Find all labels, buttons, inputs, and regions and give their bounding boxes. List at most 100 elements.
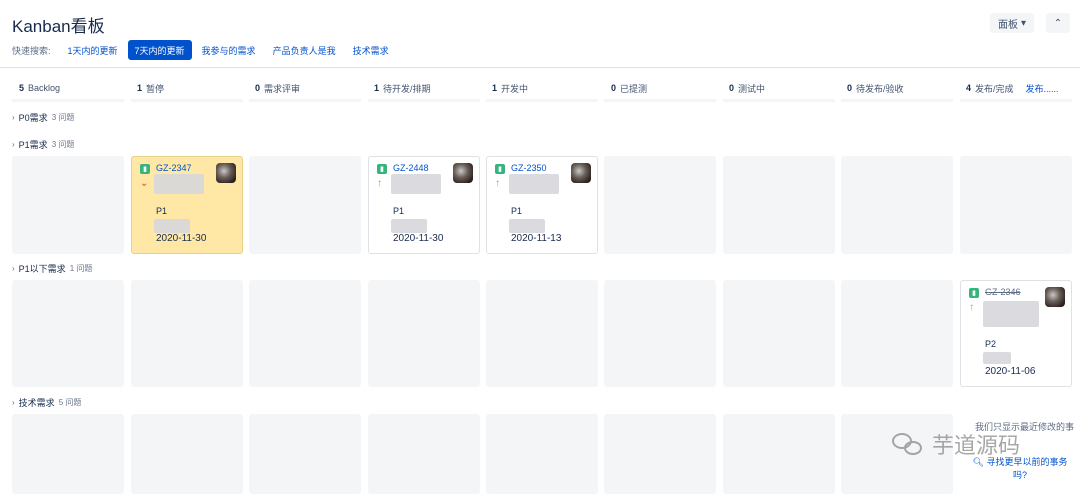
issue-key[interactable]: GZ-2350 — [511, 163, 547, 173]
column-underline — [249, 99, 361, 102]
column-header-in-dev: 1 开发中 — [492, 74, 528, 102]
column-name: 开发中 — [501, 83, 529, 94]
redacted-summary — [154, 174, 204, 194]
column-count: 1 — [492, 83, 498, 93]
column-name: 待开发/排期 — [383, 83, 431, 94]
priority-high-icon: ↑ — [969, 302, 974, 313]
swimlane-name: 技术需求 — [18, 397, 55, 408]
lane-cell — [604, 414, 716, 494]
chevron-right-icon: › — [12, 397, 15, 407]
column-name: 已提测 — [620, 83, 648, 94]
priority-high-icon: ↑ — [495, 178, 500, 189]
column-count: 0 — [611, 83, 617, 93]
board-button[interactable]: 面板 ▾ — [990, 13, 1034, 33]
column-underline — [12, 99, 124, 102]
issue-key[interactable]: GZ-2347 — [156, 163, 192, 173]
find-older-link[interactable]: 🔍︎ 寻找更早以前的事务吗? — [966, 456, 1074, 482]
story-icon: ▮ — [140, 164, 150, 174]
quick-filter-1day[interactable]: 1天内的更新 — [61, 40, 125, 60]
lane-cell — [12, 156, 124, 254]
avatar — [1045, 287, 1065, 307]
redacted-summary — [983, 301, 1039, 327]
redacted-owner — [391, 219, 427, 233]
avatar — [571, 163, 591, 183]
column-underline — [723, 99, 835, 102]
quick-filter-mine[interactable]: 我参与的需求 — [195, 40, 263, 60]
issue-card[interactable]: ▮ GZ-2350 ↑ P1 2020-11-13 — [486, 156, 598, 254]
issue-key[interactable]: GZ-2448 — [393, 163, 429, 173]
column-count: 0 — [255, 83, 261, 93]
lane-cell — [960, 156, 1072, 254]
issue-priority: P2 — [985, 339, 997, 349]
column-underline — [841, 99, 953, 102]
column-header-testing: 0 测试中 — [729, 74, 765, 102]
older-issues-hint: 我们只显示最近修改的事 — [974, 422, 1074, 432]
caret-down-icon: ▾ — [1020, 17, 1027, 29]
lane-cell — [841, 280, 953, 387]
redacted-owner — [509, 219, 545, 233]
board-button-label: 面板 — [997, 19, 1018, 31]
issue-priority: P1 — [393, 206, 405, 216]
redacted-summary — [391, 174, 441, 194]
quick-filter-tech[interactable]: 技术需求 — [346, 40, 396, 60]
column-header-backlog: 5 Backlog — [19, 74, 60, 102]
swimlane-header-below-p1[interactable]: › P1以下需求 1 问题 — [12, 261, 92, 275]
swimlane-header-tech[interactable]: › 技术需求 5 问题 — [12, 395, 81, 409]
issue-card[interactable]: ▮ GZ-2347 ⌄ P1 2020-11-30 — [131, 156, 243, 254]
issue-priority: P1 — [156, 206, 168, 216]
issue-date: 2020-11-13 — [511, 233, 562, 244]
column-count: 1 — [374, 83, 380, 93]
column-header-done: 4 发布/完成 发布...... — [966, 74, 1059, 102]
quick-filters: 快速搜索: 1天内的更新 7天内的更新 我参与的需求 产品负责人是我 技术需求 — [12, 40, 399, 60]
lane-cell — [12, 414, 124, 494]
lane-cell — [249, 280, 361, 387]
avatar — [453, 163, 473, 183]
issue-date: 2020-11-30 — [393, 233, 444, 244]
swimlane-name: P1需求 — [18, 139, 48, 150]
column-headers: 5 Backlog 1 暂停 0 需求评审 1 待开发/排期 1 开发中 0 已提测 0 测试… — [0, 74, 1080, 102]
collapse-button[interactable]: ⌃ — [1046, 13, 1070, 33]
column-count: 0 — [847, 83, 853, 93]
redacted-owner — [983, 352, 1011, 364]
story-icon: ▮ — [495, 164, 505, 174]
swimlane-header-p0[interactable]: › P0需求 3 问题 — [12, 110, 74, 124]
issue-card[interactable]: ▮ GZ-2448 ↑ P1 2020-11-30 — [368, 156, 480, 254]
priority-high-icon: ↑ — [377, 178, 382, 189]
column-count: 0 — [729, 83, 735, 93]
column-name: Backlog — [28, 83, 61, 93]
search-icon: 🔍︎ — [972, 457, 984, 467]
swimlane-header-p1[interactable]: › P1需求 3 问题 — [12, 137, 74, 151]
quick-filter-owner[interactable]: 产品负责人是我 — [266, 40, 343, 60]
lane-cell — [368, 280, 480, 387]
swimlane-name: P0需求 — [18, 112, 48, 123]
release-link[interactable]: 发布...... — [1026, 82, 1059, 95]
priority-highest-icon: ⌄ — [140, 178, 149, 189]
column-underline — [604, 99, 716, 102]
column-header-paused: 1 暂停 — [137, 74, 164, 102]
swimlane-count: 5 问题 — [58, 397, 82, 407]
find-older-label: 寻找更早以前的事务吗? — [986, 457, 1068, 480]
redacted-owner — [154, 219, 190, 233]
swimlane-count: 3 问题 — [51, 139, 75, 149]
lane-cell — [723, 156, 835, 254]
issue-priority: P1 — [511, 206, 523, 216]
page-title: Kanban看板 — [12, 17, 105, 36]
issue-card[interactable]: ▮ GZ-2346 ↑ P2 2020-11-06 — [960, 280, 1072, 387]
lane-cell — [723, 280, 835, 387]
column-name: 测试中 — [738, 83, 766, 94]
issue-key[interactable]: GZ-2346 — [985, 287, 1021, 297]
swimlane-name: P1以下需求 — [18, 263, 66, 274]
column-name: 待发布/验收 — [856, 83, 904, 94]
issue-date: 2020-11-30 — [156, 233, 207, 244]
column-underline — [131, 99, 243, 102]
lane-cell — [486, 414, 598, 494]
swimlane-count: 1 问题 — [69, 263, 93, 273]
lane-cell — [249, 156, 361, 254]
chevron-down-icon: › — [12, 263, 15, 273]
column-header-submitted: 0 已提测 — [611, 74, 647, 102]
quick-filter-7days[interactable]: 7天内的更新 — [127, 40, 192, 60]
column-count: 4 — [966, 83, 972, 93]
lane-cell — [486, 280, 598, 387]
story-icon: ▮ — [969, 288, 979, 298]
column-underline — [960, 99, 1072, 102]
